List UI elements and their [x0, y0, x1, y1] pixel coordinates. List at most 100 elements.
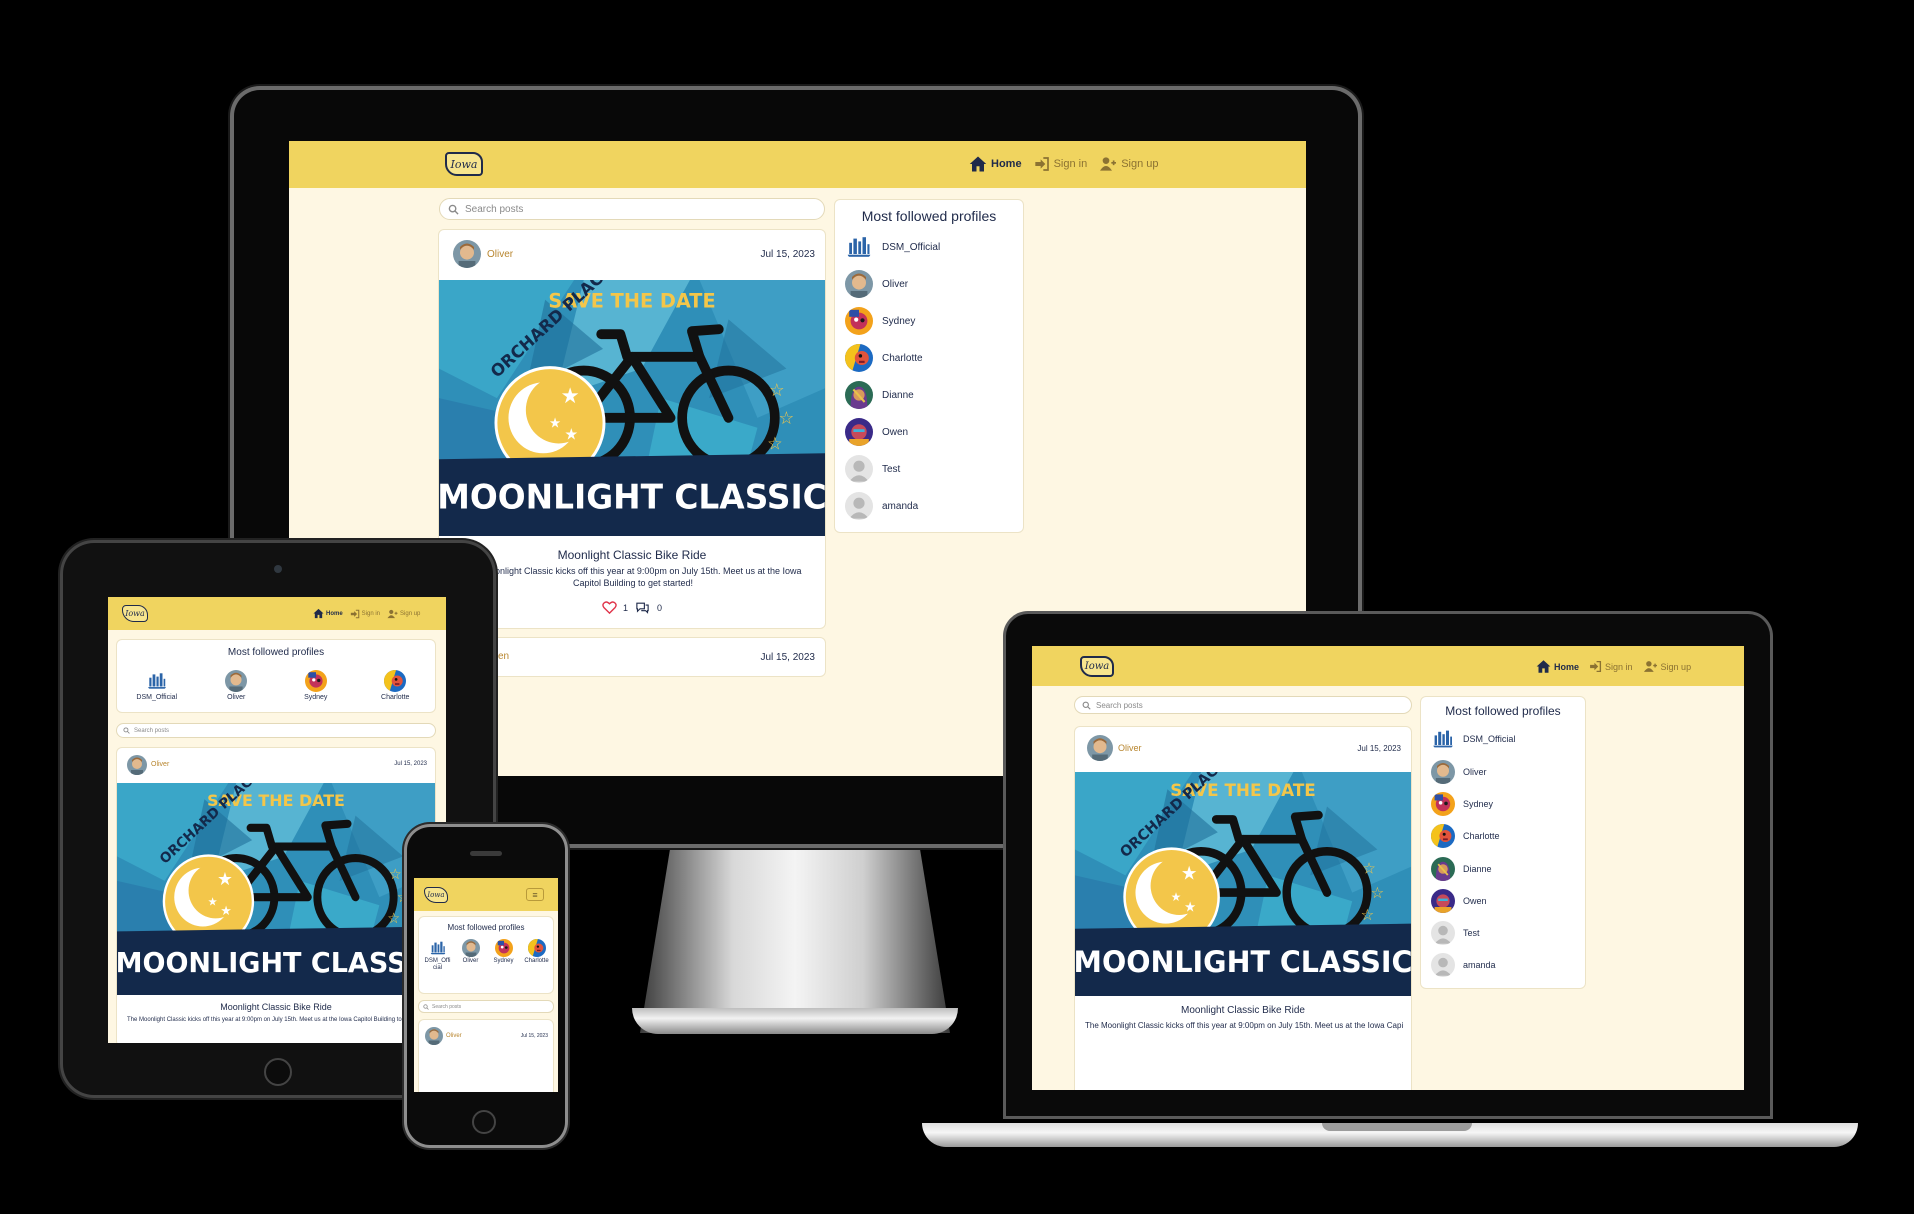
iowa-logo[interactable]: Iowa	[445, 152, 483, 176]
profile-grid: DSM_Official Oliver Sydney Charlotte	[117, 670, 435, 702]
profile-item-oliver[interactable]: Oliver	[206, 670, 266, 702]
post-title: Moonlight Classic Bike Ride	[220, 1002, 332, 1012]
post-author[interactable]: Oliver	[446, 1033, 462, 1039]
profile-name: Oliver	[462, 958, 479, 964]
profile-item-owen[interactable]: Owen	[845, 418, 908, 446]
profile-item-oliver[interactable]: Oliver	[458, 939, 484, 972]
nav-home-link[interactable]: Home	[313, 608, 343, 619]
heart-icon[interactable]	[602, 600, 617, 615]
nav-signin-link[interactable]: Sign in	[350, 609, 380, 619]
search-placeholder: Search posts	[432, 1003, 462, 1010]
nav-home-link[interactable]: Home	[1536, 659, 1579, 674]
profile-item-sydney[interactable]: Sydney	[491, 939, 517, 972]
nav-signup-label: Sign up	[400, 610, 421, 617]
tablet-home-button[interactable]	[264, 1058, 292, 1086]
profile-item-dsm[interactable]: DSM_Official	[1431, 727, 1515, 751]
profile-avatar	[384, 670, 406, 692]
profile-name: Sydney	[493, 958, 514, 964]
nav-signup-link[interactable]: Sign up	[387, 609, 420, 619]
profile-avatar	[845, 307, 873, 335]
profile-avatar	[845, 492, 873, 520]
profile-item-charlotte[interactable]: Charlotte	[524, 939, 550, 972]
post-date: Jul 15, 2023	[394, 761, 427, 767]
nav-signin-link[interactable]: Sign in	[1589, 660, 1633, 673]
profile-item-dsm[interactable]: DSM_Official	[845, 233, 940, 261]
post-card: Oliver Jul 15, 2023 Moonlight Classic Bi…	[438, 229, 826, 629]
search-icon	[123, 727, 130, 734]
post-header: Oliver Jul 15, 2023	[439, 230, 825, 278]
iowa-logo[interactable]: Iowa	[122, 605, 148, 622]
comment-icon[interactable]	[634, 600, 651, 615]
search-input[interactable]: Search posts	[418, 1000, 554, 1013]
profile-item-test[interactable]: Test	[1431, 921, 1480, 945]
profile-avatar	[1431, 889, 1455, 913]
author-avatar[interactable]	[425, 1027, 443, 1045]
iowa-logo[interactable]: Iowa	[1080, 656, 1114, 677]
profile-name: Charlotte	[524, 958, 549, 964]
author-avatar[interactable]	[1087, 735, 1113, 761]
post-author[interactable]: Oliver	[487, 249, 513, 260]
post-header: Owen Jul 15, 2023	[439, 638, 825, 674]
profile-item-amanda[interactable]: amanda	[1431, 953, 1496, 977]
home-icon	[313, 608, 324, 619]
phone-home-button[interactable]	[472, 1110, 496, 1134]
phone-site: Iowa ≡ Most followed profiles DSM_Offici…	[414, 878, 558, 1092]
author-avatar[interactable]	[453, 240, 481, 268]
profile-grid: DSM_Official Oliver Sydney Charlotte	[421, 939, 553, 972]
profile-item-owen[interactable]: Owen	[1431, 889, 1487, 913]
most-followed-title: Most followed profiles	[447, 923, 525, 932]
post-image[interactable]	[439, 280, 825, 536]
profile-item-dianne[interactable]: Dianne	[1431, 857, 1492, 881]
nav-signup-link[interactable]: Sign up	[1099, 156, 1159, 172]
profile-item-charlotte[interactable]: Charlotte	[365, 670, 425, 702]
search-input[interactable]: Search posts	[1074, 696, 1412, 714]
profile-name: Oliver	[227, 694, 246, 701]
post-card: Oliver Jul 15, 2023 Moonlight Classic Bi…	[116, 747, 436, 1043]
post-author[interactable]: Oliver	[151, 761, 169, 768]
profile-name: Dianne	[882, 389, 914, 401]
nav-signup-link[interactable]: Sign up	[1643, 660, 1691, 673]
profile-item-test[interactable]: Test	[845, 455, 900, 483]
post-author[interactable]: Oliver	[1118, 743, 1142, 753]
monitor-stand-neck	[640, 843, 950, 1033]
post-image[interactable]	[117, 783, 435, 995]
profile-item-sydney[interactable]: Sydney	[1431, 792, 1493, 816]
profile-item-dsm[interactable]: DSM_Official	[127, 670, 187, 702]
profile-item-sydney[interactable]: Sydney	[286, 670, 346, 702]
sign-in-icon	[1589, 660, 1602, 673]
profile-avatar	[845, 344, 873, 372]
profile-item-charlotte[interactable]: Charlotte	[845, 344, 923, 372]
profile-item-sydney[interactable]: Sydney	[845, 307, 915, 335]
search-input[interactable]: Search posts	[439, 198, 825, 220]
profile-name: Charlotte	[381, 694, 410, 701]
profile-avatar	[1431, 857, 1455, 881]
author-avatar[interactable]	[127, 755, 147, 775]
iowa-logo[interactable]: Iowa	[424, 887, 448, 903]
nav-home-label: Home	[991, 158, 1022, 170]
profile-item-dianne[interactable]: Dianne	[845, 381, 914, 409]
navbar: Iowa Home Sign in Sign up	[1032, 646, 1744, 686]
nav-home-label: Home	[326, 610, 343, 617]
profile-name: Dianne	[1463, 864, 1492, 874]
comments-count: 0	[657, 602, 663, 613]
profile-avatar	[845, 418, 873, 446]
sign-in-icon	[350, 609, 360, 619]
sign-in-icon	[1034, 156, 1050, 172]
search-icon	[448, 204, 459, 215]
post-title: Moonlight Classic Bike Ride	[557, 548, 707, 562]
profile-item-amanda[interactable]: amanda	[845, 492, 918, 520]
post-image[interactable]	[1075, 772, 1411, 996]
profile-avatar	[1431, 792, 1455, 816]
phone-screen: Iowa ≡ Most followed profiles DSM_Offici…	[414, 878, 558, 1092]
search-input[interactable]: Search posts	[116, 723, 436, 738]
nav-signin-link[interactable]: Sign in	[1034, 156, 1087, 172]
profile-item-charlotte[interactable]: Charlotte	[1431, 824, 1500, 848]
most-followed-title: Most followed profiles	[227, 647, 325, 658]
profile-item-dsm[interactable]: DSM_Official	[425, 939, 451, 972]
profile-item-oliver[interactable]: Oliver	[1431, 760, 1487, 784]
hamburger-icon[interactable]: ≡	[526, 888, 544, 901]
nav-home-link[interactable]: Home	[969, 155, 1022, 173]
profile-item-oliver[interactable]: Oliver	[845, 270, 908, 298]
post-card: Oliver Jul 15, 2023	[418, 1019, 554, 1092]
profile-avatar	[429, 939, 447, 957]
